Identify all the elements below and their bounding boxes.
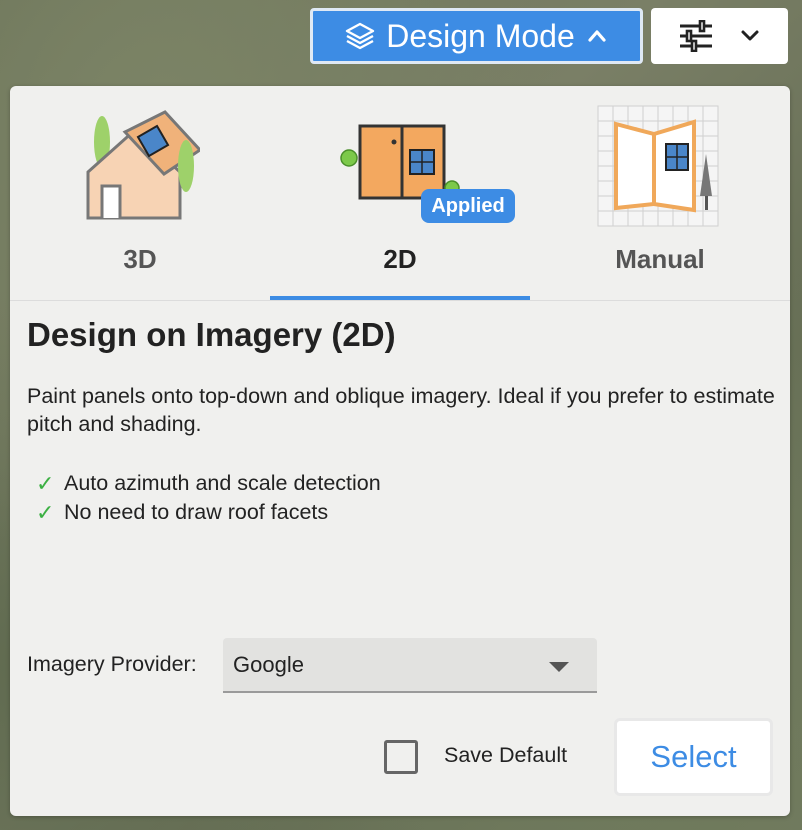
check-icon: ✓	[36, 471, 55, 496]
imagery-provider-select[interactable]: Google	[223, 638, 597, 693]
description-text: Paint panels onto top-down and oblique i…	[27, 384, 775, 436]
manual-grid-icon	[596, 104, 720, 233]
list-item: ✓ No need to draw roof facets	[36, 498, 381, 527]
tab-2d-label: 2D	[383, 244, 417, 274]
check-icon: ✓	[36, 500, 55, 525]
chevron-up-icon	[585, 24, 609, 48]
list-item: ✓ Auto azimuth and scale detection	[36, 469, 381, 498]
house-3d-icon	[80, 102, 203, 227]
save-default-checkbox[interactable]	[384, 740, 418, 774]
mode-tabs: 3D 2D Manual Applied	[10, 86, 790, 301]
applied-badge: Applied	[421, 189, 515, 223]
feature-text: No need to draw roof facets	[64, 500, 329, 524]
feature-text: Auto azimuth and scale detection	[64, 471, 381, 495]
tab-3d-label: 3D	[123, 244, 157, 274]
chevron-down-icon	[738, 24, 762, 48]
imagery-provider-label: Imagery Provider:	[27, 652, 197, 676]
design-mode-button[interactable]: Design Mode	[310, 8, 643, 64]
tools-dropdown-button[interactable]	[651, 8, 788, 64]
save-default-label[interactable]: Save Default	[444, 743, 567, 768]
imagery-provider-value: Google	[233, 651, 304, 677]
active-tab-indicator	[270, 296, 530, 300]
section-title: Design on Imagery (2D)	[27, 316, 396, 353]
select-button[interactable]: Select	[614, 718, 773, 796]
design-mode-label: Design Mode	[386, 17, 575, 54]
feature-list: ✓ Auto azimuth and scale detection ✓ No …	[36, 469, 381, 527]
tab-manual[interactable]: Manual	[530, 86, 790, 300]
sliders-icon	[678, 20, 714, 52]
layers-icon	[344, 20, 376, 52]
tab-3d[interactable]: 3D	[10, 86, 270, 300]
design-mode-panel: 3D 2D Manual Applied Design on Imagery (…	[10, 86, 790, 816]
caret-down-icon	[549, 662, 569, 672]
tab-manual-label: Manual	[615, 244, 705, 274]
